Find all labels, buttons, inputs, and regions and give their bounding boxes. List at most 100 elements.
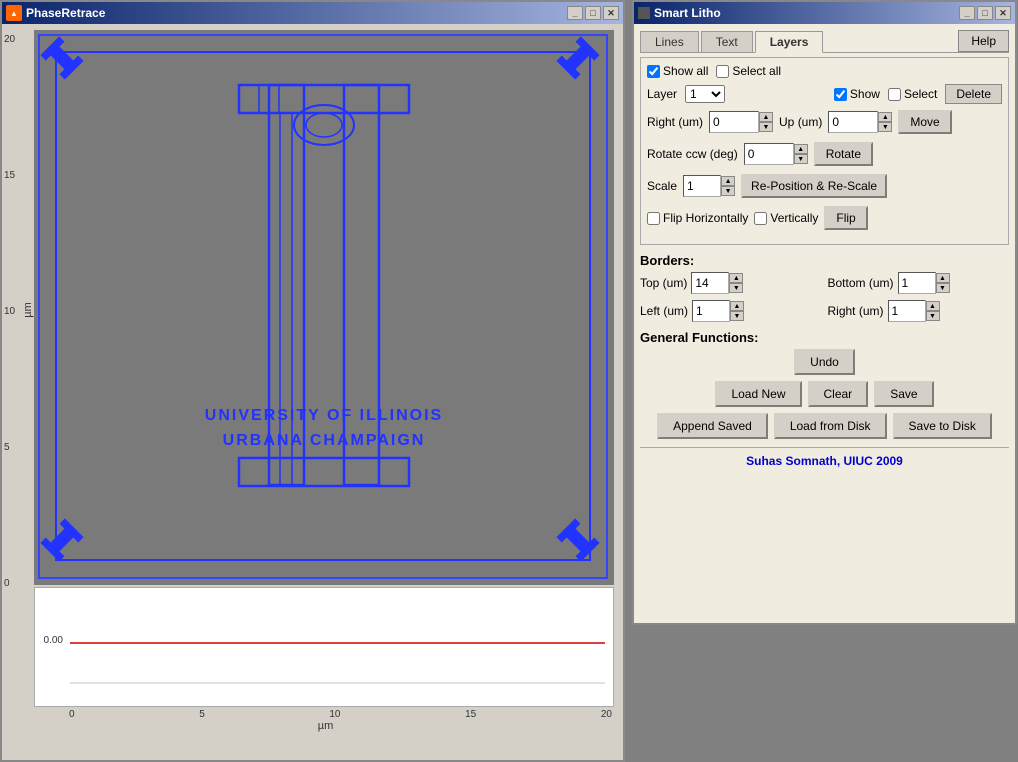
close-button[interactable]: ✕ (603, 6, 619, 20)
tab-lines[interactable]: Lines (640, 31, 699, 52)
bottom-um-spin-up[interactable]: ▲ (936, 273, 950, 283)
right-um-spin-down[interactable]: ▼ (759, 122, 773, 132)
rotate-row: Rotate ccw (deg) ▲ ▼ Rotate (647, 142, 1002, 166)
scale-spinners: ▲ ▼ (721, 176, 735, 196)
undo-button[interactable]: Undo (794, 349, 855, 375)
up-um-input[interactable] (828, 111, 878, 133)
flip-h-label: Flip Horizontally (663, 211, 748, 225)
show-checkbox[interactable] (834, 88, 847, 101)
flip-button[interactable]: Flip (824, 206, 867, 230)
xtick-10: 10 (329, 709, 340, 720)
clear-button[interactable]: Clear (808, 381, 869, 407)
ytick-10: 10 (4, 306, 15, 317)
xtick-0: 0 (69, 709, 75, 720)
phasertrace-window: ▲ PhaseRetrace _ □ ✕ 20 15 10 5 0 µm (0, 0, 625, 762)
app-icon: ▲ (6, 5, 22, 21)
select-checkbox[interactable] (888, 88, 901, 101)
right-um-input[interactable] (709, 111, 759, 133)
scale-spin-up[interactable]: ▲ (721, 176, 735, 186)
layer-label: Layer (647, 87, 677, 101)
left-um-input-group: ▲ ▼ (692, 300, 744, 322)
rotate-input-group: ▲ ▼ (744, 143, 808, 165)
top-um-spinners: ▲ ▼ (729, 273, 743, 293)
ytick-20: 20 (4, 34, 15, 45)
help-button[interactable]: Help (958, 30, 1009, 52)
bottom-um-input[interactable] (898, 272, 936, 294)
left-um-spin-down[interactable]: ▼ (730, 311, 744, 321)
select-all-checkbox[interactable] (716, 65, 729, 78)
scale-input-group: ▲ ▼ (683, 175, 735, 197)
smartlitho-window: Smart Litho _ □ ✕ Lines Text Layers Help… (632, 0, 1017, 625)
load-from-disk-button[interactable]: Load from Disk (774, 413, 887, 439)
smartlitho-minimize-button[interactable]: _ (959, 6, 975, 20)
layer-row: Layer 1 2 3 Show Select Delete (647, 84, 1002, 104)
flip-h-checkbox[interactable] (647, 212, 660, 225)
select-checkbox-label[interactable]: Select (888, 87, 937, 101)
show-all-checkbox[interactable] (647, 65, 660, 78)
flip-v-checkbox[interactable] (754, 212, 767, 225)
save-button[interactable]: Save (874, 381, 933, 407)
right-um-label: Right (um) (647, 115, 703, 129)
smartlitho-maximize-button[interactable]: □ (977, 6, 993, 20)
bottom-um-input-group: ▲ ▼ (898, 272, 950, 294)
right2-um-spin-down[interactable]: ▼ (926, 311, 940, 321)
right-um-spin-up[interactable]: ▲ (759, 112, 773, 122)
tab-text[interactable]: Text (701, 31, 753, 52)
show-all-checkbox-label[interactable]: Show all (647, 64, 708, 78)
tab-layers[interactable]: Layers (755, 31, 824, 53)
flip-v-checkbox-label[interactable]: Vertically (754, 211, 818, 225)
bottom-um-spin-down[interactable]: ▼ (936, 283, 950, 293)
left-um-input[interactable] (692, 300, 730, 322)
rotate-spin-down[interactable]: ▼ (794, 154, 808, 164)
up-um-spin-down[interactable]: ▼ (878, 122, 892, 132)
rotate-spinners: ▲ ▼ (794, 144, 808, 164)
up-um-input-group: ▲ ▼ (828, 111, 892, 133)
delete-button[interactable]: Delete (945, 84, 1002, 104)
borders-section: Borders: Top (um) ▲ ▼ Bottom (um) (640, 253, 1009, 322)
svg-text:URBANA CHAMPAIGN: URBANA CHAMPAIGN (223, 432, 426, 449)
load-new-button[interactable]: Load New (715, 381, 801, 407)
xtick-5: 5 (199, 709, 205, 720)
left-um-spin-up[interactable]: ▲ (730, 301, 744, 311)
bottom-canvas: 0.00 (34, 587, 614, 707)
ytick-5: 5 (4, 442, 15, 453)
up-um-spin-up[interactable]: ▲ (878, 112, 892, 122)
top-um-label: Top (um) (640, 276, 687, 290)
right2-um-spin-up[interactable]: ▲ (926, 301, 940, 311)
x-axis-label: µm (34, 720, 617, 732)
top-um-input[interactable] (691, 272, 729, 294)
flip-h-checkbox-label[interactable]: Flip Horizontally (647, 211, 748, 225)
bottom-plot-container: 0.00 0 5 10 15 20 µm (2, 585, 623, 732)
rotate-button[interactable]: Rotate (814, 142, 873, 166)
scale-spin-down[interactable]: ▼ (721, 186, 735, 196)
reposition-button[interactable]: Re-Position & Re-Scale (741, 174, 887, 198)
disk-row: Append Saved Load from Disk Save to Disk (640, 413, 1009, 439)
top-um-spin-down[interactable]: ▼ (729, 283, 743, 293)
right2-um-input-group: ▲ ▼ (888, 300, 940, 322)
smartlitho-close-button[interactable]: ✕ (995, 6, 1011, 20)
rotate-input[interactable] (744, 143, 794, 165)
right2-um-input[interactable] (888, 300, 926, 322)
select-all-checkbox-label[interactable]: Select all (716, 64, 781, 78)
save-to-disk-button[interactable]: Save to Disk (893, 413, 992, 439)
layers-panel: Show all Select all Layer 1 2 3 Sho (640, 57, 1009, 245)
smartlitho-icon (638, 7, 650, 19)
rotate-label: Rotate ccw (deg) (647, 147, 738, 161)
maximize-button[interactable]: □ (585, 6, 601, 20)
show-checkbox-label[interactable]: Show (834, 87, 880, 101)
minimize-button[interactable]: _ (567, 6, 583, 20)
move-button[interactable]: Move (898, 110, 951, 134)
layer-select[interactable]: 1 2 3 (685, 85, 725, 103)
top-um-spin-up[interactable]: ▲ (729, 273, 743, 283)
append-saved-button[interactable]: Append Saved (657, 413, 768, 439)
flip-v-label: Vertically (770, 211, 818, 225)
rotate-spin-up[interactable]: ▲ (794, 144, 808, 154)
up-um-label: Up (um) (779, 115, 822, 129)
ytick-15: 15 (4, 170, 15, 181)
scale-input[interactable] (683, 175, 721, 197)
scale-label: Scale (647, 179, 677, 193)
y-axis-ticks: 20 15 10 5 0 (4, 34, 15, 589)
right-um-input-group: ▲ ▼ (709, 111, 773, 133)
borders-grid: Top (um) ▲ ▼ Bottom (um) ▲ (640, 272, 1009, 322)
up-um-spinners: ▲ ▼ (878, 112, 892, 132)
